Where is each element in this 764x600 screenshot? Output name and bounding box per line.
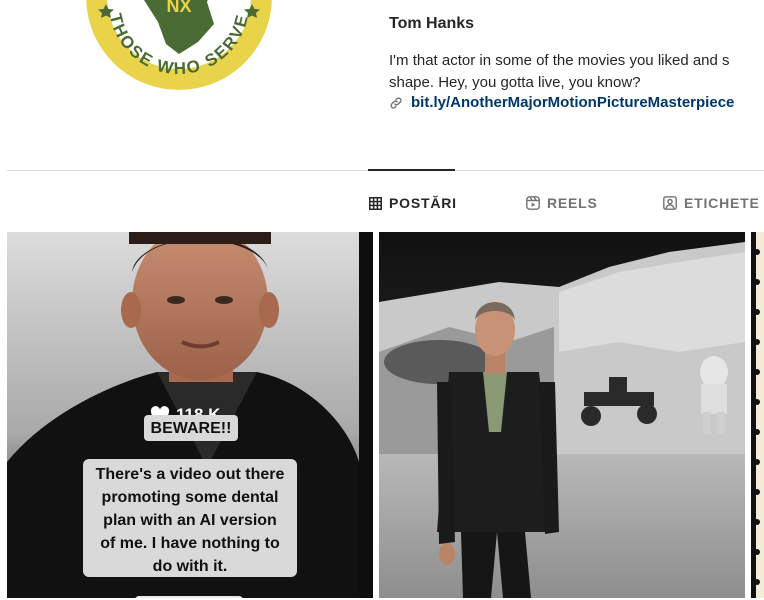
caption-line: There's a video out there [95,466,285,483]
tab-label: ETICHETE [684,195,760,211]
bio-line: shape. Hey, you gotta live, you know? [389,74,641,91]
post-image [751,232,764,598]
tagged-icon [663,196,677,210]
caption-line: promoting some dental [101,489,279,506]
caption-line: do with it. [152,558,228,575]
tab-reels[interactable]: REELS [526,195,598,211]
post-overlay-caption: There's a video out there promoting some… [83,459,297,577]
bio-link[interactable]: bit.ly/AnotherMajorMotionPictureMasterpi… [389,94,734,111]
bio-line: I'm that actor in some of the movies you… [389,52,730,69]
logo-nx-text: NX [166,0,191,16]
link-icon [390,96,402,109]
post-image [379,232,745,598]
tab-posts[interactable]: POSTĂRI [369,195,457,211]
post-overlay-chip [135,596,243,598]
profile-bio: I'm that actor in some of the movies you… [389,50,764,94]
reels-icon [526,196,540,210]
post-tile[interactable] [751,232,764,598]
tab-tagged[interactable]: ETICHETE [663,195,760,211]
bio-link-text[interactable]: bit.ly/AnotherMajorMotionPictureMasterpi… [411,94,734,111]
profile-avatar[interactable]: NX THOSE WHO SERVE [86,0,272,90]
caption-line: plan with an AI version [103,512,277,529]
tab-label: REELS [547,195,598,211]
grid-icon [369,196,382,210]
display-name: Tom Hanks [389,15,475,32]
post-tile[interactable] [379,232,745,598]
post-tile[interactable]: 118 K BEWARE!! There's a video out there… [7,232,373,598]
tab-label: POSTĂRI [389,195,457,211]
active-tab-indicator [368,169,455,171]
post-overlay-title: BEWARE!! [144,415,238,441]
caption-line: of me. I have nothing to [100,535,280,552]
